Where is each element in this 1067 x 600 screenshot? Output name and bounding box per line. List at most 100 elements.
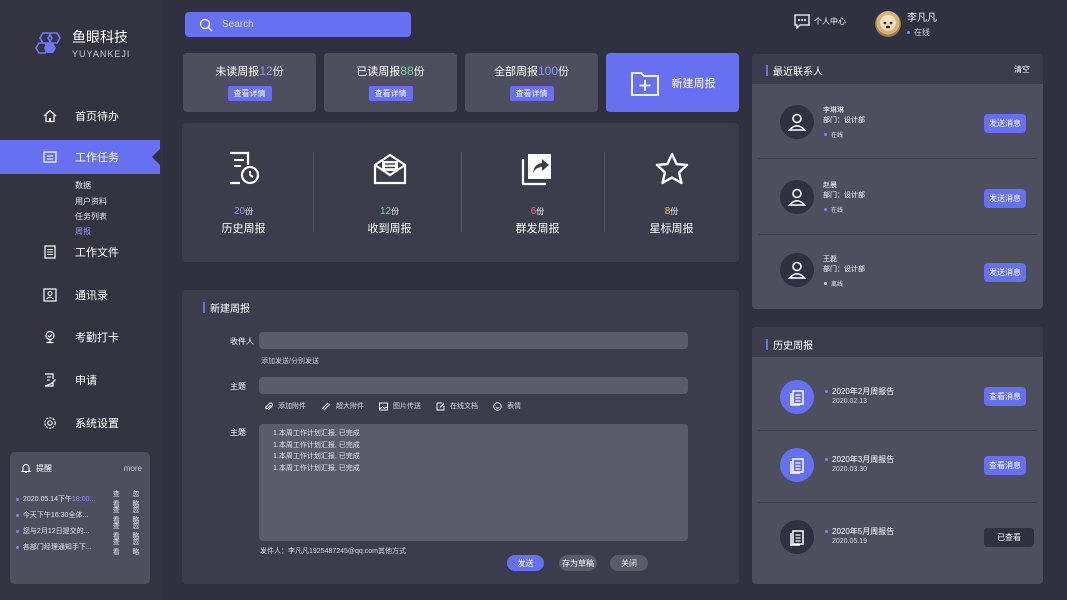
view-message-button[interactable]: 查看消息 [984, 387, 1026, 406]
bullet-dot [825, 458, 828, 461]
nav-attendance[interactable]: 考勤打卡 [0, 320, 160, 354]
contact-status: 在线 [824, 130, 843, 139]
report-summary-panel: 20份 历史周报 12份 收到周报 6份 群发周报 8份 星标周报 [182, 123, 739, 262]
new-report-button[interactable]: 新建周报 [606, 53, 739, 112]
starred-report-item[interactable]: 8份 星标周报 [602, 123, 741, 262]
emoji-tool[interactable]: 表情 [493, 401, 521, 411]
attach-tool[interactable]: 添加附件 [264, 401, 306, 411]
user-icon [787, 188, 807, 206]
nav-apply[interactable]: 申请 [0, 363, 160, 397]
sub-item-profile[interactable]: 用户资料 [75, 196, 107, 207]
home-icon [42, 108, 58, 124]
bullet-dot [825, 530, 828, 533]
contact-avatar [780, 180, 814, 214]
image-icon [379, 402, 388, 410]
contact-status: 在线 [824, 205, 843, 214]
contact-info: 王磊 部门：设计部 [823, 256, 865, 273]
nav-home[interactable]: 首页待办 [0, 99, 160, 133]
subject-label: 主题 [230, 382, 246, 391]
nav-work-files[interactable]: 工作文件 [0, 235, 160, 269]
view-details-button[interactable]: 查看详情 [368, 86, 413, 101]
document-icon [790, 390, 804, 406]
history-item-title: 2020年5月周报告 [825, 526, 894, 537]
user-profile[interactable]: 李凡凡 在线 [875, 9, 937, 38]
clock-in-icon [42, 329, 58, 345]
send-message-button[interactable]: 发送消息 [984, 189, 1026, 208]
file-icon [42, 244, 58, 260]
divider [758, 234, 1037, 235]
stat-label: 未读周报12份 [215, 64, 284, 78]
status-dot [824, 133, 827, 136]
nav-apply-label: 申请 [75, 375, 97, 387]
reminder-text: 2020.05.14下午18:00... [22, 496, 96, 503]
body-content: 1.本周工作计划汇报, 已完成 1.本周工作计划汇报, 已完成 1.本周工作计划… [273, 430, 360, 472]
viewed-button[interactable]: 已查看 [984, 528, 1034, 547]
search-input[interactable] [222, 19, 392, 30]
bullet-dot [16, 529, 19, 533]
nav-work-tasks-label: 工作任务 [75, 152, 119, 164]
recipient-hint[interactable]: 添加发送/分别发送 [261, 356, 319, 366]
apply-icon [42, 372, 58, 388]
send-message-button[interactable]: 发送消息 [984, 114, 1026, 133]
divider [758, 502, 1037, 503]
group-send-report-item[interactable]: 6份 群发周报 [468, 123, 607, 262]
sub-item-data[interactable]: 数据 [75, 180, 91, 191]
nav-settings[interactable]: 系统设置 [0, 406, 160, 440]
new-report-label: 新建周报 [671, 77, 716, 90]
reminder-more-link[interactable]: more [124, 464, 142, 473]
contact-avatar [780, 105, 814, 139]
brand-name: 鱼眼科技 [72, 29, 128, 45]
large-attach-tool[interactable]: 超大附件 [321, 401, 364, 411]
online-doc-tool[interactable]: 在线文档 [436, 401, 478, 411]
sub-item-task-list[interactable]: 任务列表 [75, 211, 107, 222]
share-icon [520, 151, 556, 191]
report-icon-wrap [780, 448, 814, 482]
reminder-view-link[interactable]: 查看 [113, 537, 127, 557]
nav-home-label: 首页待办 [75, 111, 119, 123]
received-report-item[interactable]: 12份 收到周报 [320, 123, 459, 262]
history-item-date: 2020.05.19 [832, 538, 868, 545]
reminder-ignore-link[interactable]: 忽略 [132, 537, 146, 557]
starred-label: 星标周报 [649, 223, 694, 235]
history-reports-panel: 历史周报 2020年2月周报告 2020.02.13 查看消息 2020年3月周… [752, 327, 1043, 584]
divider [313, 152, 314, 232]
view-details-button[interactable]: 查看详情 [509, 86, 554, 101]
bullet-dot [16, 545, 19, 549]
compose-toolbar: 添加附件 超大附件 图片传送 在线文档 表情 [264, 401, 536, 411]
clear-button[interactable]: 清空 [1014, 64, 1030, 75]
search-bar[interactable] [185, 12, 411, 37]
nav-work-tasks[interactable]: 工作任务 [0, 140, 161, 174]
received-count: 12份 [379, 206, 400, 217]
subject-input[interactable] [259, 377, 688, 394]
bullet-dot [16, 513, 19, 517]
nav-contacts[interactable]: 通讯录 [0, 278, 160, 312]
smiley-icon [493, 401, 502, 411]
bell-icon [20, 464, 32, 473]
user-icon [787, 261, 807, 279]
body-label: 主题 [230, 428, 246, 437]
recipient-input[interactable] [259, 332, 688, 349]
nav-work-files-label: 工作文件 [75, 247, 119, 259]
compose-title: 新建周报 [203, 300, 250, 315]
history-report-item[interactable]: 20份 历史周报 [174, 123, 313, 262]
personal-center-link[interactable]: 个人中心 [794, 14, 846, 29]
save-draft-button[interactable]: 存为草稿 [559, 555, 597, 571]
divider [461, 152, 462, 232]
star-icon [654, 151, 690, 191]
report-icon-wrap [780, 380, 814, 414]
image-tool[interactable]: 图片传送 [379, 401, 421, 411]
reminder-panel: 提醒 more 2020.05.14下午18:00... 查看 忽略 今天下午1… [10, 452, 150, 584]
document-icon [790, 530, 804, 546]
history-item-title: 2020年2月周报告 [825, 386, 894, 397]
personal-center-label: 个人中心 [814, 17, 846, 26]
user-icon [787, 113, 807, 131]
view-message-button[interactable]: 查看消息 [984, 456, 1026, 475]
view-details-button[interactable]: 查看详情 [227, 86, 272, 101]
close-button[interactable]: 关闭 [610, 555, 648, 571]
reminder-text: 各部门经理通知手下... [22, 544, 92, 551]
send-message-button[interactable]: 发送消息 [984, 263, 1026, 282]
edit-doc-icon [436, 402, 445, 410]
history-item-date: 2020.03.30 [832, 466, 868, 473]
send-button[interactable]: 发送 [507, 555, 544, 571]
other-method-link[interactable]: 其他方式 [378, 546, 406, 556]
